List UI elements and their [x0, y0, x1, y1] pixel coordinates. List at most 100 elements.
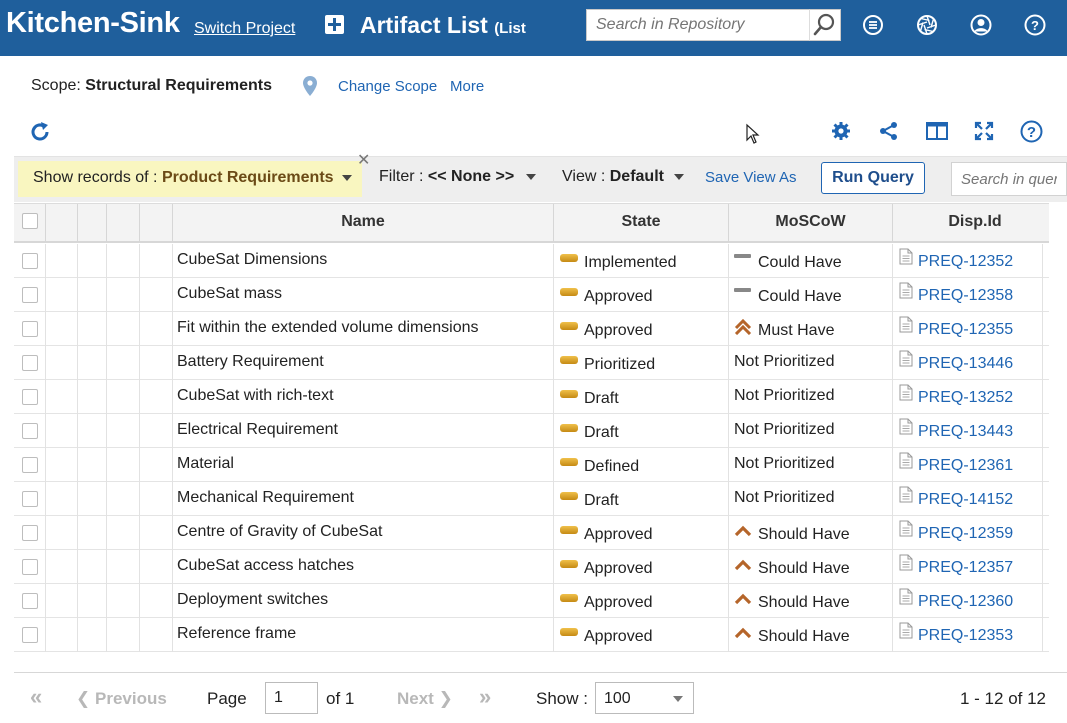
- row-blank-cell: [78, 346, 107, 380]
- moscow-cell: Could Have: [729, 278, 893, 312]
- more-link[interactable]: More: [450, 78, 484, 95]
- row-checkbox[interactable]: [22, 389, 38, 405]
- table-row[interactable]: CubeSat with rich-text Draft Not Prioritiz…: [14, 380, 1057, 414]
- table-row[interactable]: Battery Requirement Prioritized Not Priori…: [14, 346, 1057, 380]
- help-circle-icon[interactable]: ?: [1020, 120, 1043, 143]
- disp-id-link[interactable]: PREQ-12352: [918, 253, 1013, 270]
- artifact-name[interactable]: CubeSat mass: [173, 278, 554, 312]
- disp-id-link[interactable]: PREQ-12358: [918, 287, 1013, 304]
- show-records-dropdown[interactable]: Show records of : Product Requirements: [18, 161, 362, 197]
- artifact-name[interactable]: CubeSat Dimensions: [173, 244, 554, 278]
- document-icon: [899, 316, 913, 333]
- row-checkbox[interactable]: [22, 287, 38, 303]
- column-header-disp-id[interactable]: Disp.Id: [893, 204, 1057, 242]
- location-pin-icon[interactable]: [303, 76, 317, 96]
- row-checkbox[interactable]: [22, 457, 38, 473]
- moscow-value: Not Prioritized: [734, 489, 835, 506]
- row-blank-cell: [107, 346, 140, 380]
- save-view-as-link[interactable]: Save View As: [705, 169, 796, 186]
- row-checkbox[interactable]: [22, 627, 38, 643]
- select-all-checkbox[interactable]: [22, 213, 38, 229]
- artifact-name[interactable]: Deployment switches: [173, 584, 554, 618]
- row-checkbox[interactable]: [22, 253, 38, 269]
- first-page-button[interactable]: «: [30, 684, 42, 710]
- run-query-button[interactable]: Run Query: [821, 162, 925, 194]
- disp-id-link[interactable]: PREQ-12359: [918, 525, 1013, 542]
- list-menu-icon[interactable]: [862, 14, 884, 36]
- disp-id-link[interactable]: PREQ-13443: [918, 423, 1013, 440]
- table-row[interactable]: CubeSat Dimensions Implemented Could Have P…: [14, 244, 1057, 278]
- artifact-name[interactable]: Fit within the extended volume dimension…: [173, 312, 554, 346]
- row-select-cell: [14, 312, 46, 346]
- column-header-state[interactable]: State: [554, 204, 729, 242]
- row-select-cell: [14, 516, 46, 550]
- artifact-name[interactable]: Material: [173, 448, 554, 482]
- gear-icon[interactable]: [831, 121, 851, 141]
- table-row[interactable]: Deployment switches Approved Should Have PR…: [14, 584, 1057, 618]
- disp-id-link[interactable]: PREQ-13446: [918, 355, 1013, 372]
- share-icon[interactable]: [879, 121, 899, 141]
- aperture-icon[interactable]: [916, 14, 938, 36]
- search-button[interactable]: [809, 9, 841, 41]
- page-number-input[interactable]: [265, 682, 318, 714]
- table-row[interactable]: Mechanical Requirement Draft Not Prioritiz…: [14, 482, 1057, 516]
- add-icon[interactable]: [325, 15, 344, 34]
- artifact-name[interactable]: CubeSat with rich-text: [173, 380, 554, 414]
- help-icon[interactable]: ?: [1024, 14, 1046, 36]
- repository-search-input[interactable]: [586, 9, 810, 41]
- row-checkbox[interactable]: [22, 321, 38, 337]
- state-pill-icon: [560, 593, 578, 602]
- row-blank-cell: [46, 312, 78, 346]
- artifact-name[interactable]: Electrical Requirement: [173, 414, 554, 448]
- query-search-input[interactable]: [951, 162, 1067, 196]
- disp-id-link[interactable]: PREQ-12361: [918, 457, 1013, 474]
- previous-page-button[interactable]: ❮ Previous: [76, 689, 167, 709]
- fullscreen-icon[interactable]: [974, 121, 994, 141]
- view-dropdown[interactable]: View : Default: [562, 168, 684, 186]
- refresh-icon[interactable]: [28, 120, 52, 144]
- disp-id-link[interactable]: PREQ-14152: [918, 491, 1013, 508]
- row-checkbox[interactable]: [22, 593, 38, 609]
- artifact-name[interactable]: Battery Requirement: [173, 346, 554, 380]
- chevron-left-icon: ❮: [76, 689, 91, 708]
- disp-id-link[interactable]: PREQ-13252: [918, 389, 1013, 406]
- chevron-down-icon: [526, 173, 537, 180]
- row-checkbox[interactable]: [22, 525, 38, 541]
- disp-id-link[interactable]: PREQ-12353: [918, 627, 1013, 644]
- disp-id-link[interactable]: PREQ-12357: [918, 559, 1013, 576]
- close-icon[interactable]: ✕: [357, 150, 370, 170]
- disp-id-link[interactable]: PREQ-12360: [918, 593, 1013, 610]
- table-row[interactable]: Reference frame Approved Should Have PREQ-1…: [14, 618, 1057, 652]
- artifact-name[interactable]: Centre of Gravity of CubeSat: [173, 516, 554, 550]
- table-row[interactable]: CubeSat access hatches Approved Should Hav…: [14, 550, 1057, 584]
- row-checkbox[interactable]: [22, 355, 38, 371]
- column-header-moscow[interactable]: MoSCoW: [729, 204, 893, 242]
- page-size-select[interactable]: 100: [595, 682, 694, 714]
- switch-project-link[interactable]: Switch Project: [194, 20, 295, 38]
- artifact-name[interactable]: Reference frame: [173, 618, 554, 652]
- column-header-name[interactable]: Name: [173, 204, 554, 242]
- row-checkbox[interactable]: [22, 423, 38, 439]
- artifact-name[interactable]: CubeSat access hatches: [173, 550, 554, 584]
- table-row[interactable]: Electrical Requirement Draft Not Prioritiz…: [14, 414, 1057, 448]
- moscow-value: Should Have: [758, 560, 850, 577]
- filter-dropdown[interactable]: Filter : << None >>: [379, 168, 537, 186]
- last-page-button[interactable]: »: [479, 684, 491, 710]
- table-row[interactable]: Fit within the extended volume dimension…: [14, 312, 1057, 346]
- table-row[interactable]: CubeSat mass Approved Could Have PREQ-12358: [14, 278, 1057, 312]
- disp-id-link[interactable]: PREQ-12355: [918, 321, 1013, 338]
- table-row[interactable]: Material Defined Not Prioritized PREQ-12361: [14, 448, 1057, 482]
- row-checkbox[interactable]: [22, 491, 38, 507]
- next-page-button[interactable]: Next ❯: [397, 689, 453, 709]
- row-select-cell: [14, 584, 46, 618]
- columns-icon[interactable]: [926, 121, 948, 141]
- user-profile-icon[interactable]: [970, 14, 992, 36]
- disp-id-cell: PREQ-12361: [893, 448, 1043, 482]
- page-size-value: 100: [604, 690, 631, 707]
- row-blank-cell: [140, 584, 173, 618]
- artifact-name[interactable]: Mechanical Requirement: [173, 482, 554, 516]
- row-checkbox[interactable]: [22, 559, 38, 575]
- row-blank-cell: [78, 244, 107, 278]
- change-scope-link[interactable]: Change Scope: [338, 78, 437, 95]
- table-row[interactable]: Centre of Gravity of CubeSat Approved Shou…: [14, 516, 1057, 550]
